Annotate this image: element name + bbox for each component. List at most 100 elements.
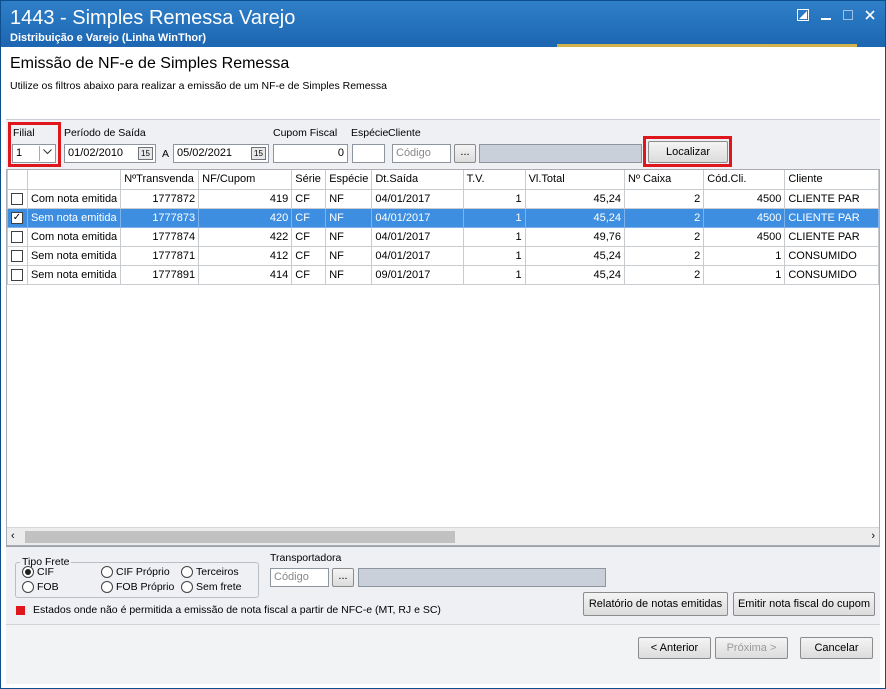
table-row[interactable]: Com nota emitida 1777874 422 CF NF 04/01/2017… [7, 226, 879, 247]
frete-fob-radio[interactable]: FOB [22, 581, 59, 594]
table-row[interactable]: Sem nota emitida 1777871 412 CF NF 04/01/2017… [7, 245, 879, 266]
table-cell: 04/01/2017 [371, 188, 464, 209]
page-title: Emissão de NF-e de Simples Remessa [10, 55, 290, 72]
table-cell: CF [291, 188, 327, 209]
column-header[interactable]: Cód.Cli. [703, 170, 786, 190]
table-cell: 4500 [703, 188, 786, 209]
frete-cif-proprio-radio[interactable]: CIF Próprio [101, 566, 170, 579]
table-cell: 412 [198, 245, 293, 266]
row-checkbox-cell[interactable] [7, 226, 28, 247]
radio-icon [181, 581, 193, 594]
checkbox-icon[interactable] [11, 230, 23, 243]
maximize-icon[interactable] [841, 9, 855, 23]
table-cell: 45,24 [524, 188, 626, 209]
table-cell: 09/01/2017 [371, 264, 464, 285]
column-header[interactable]: Dt.Saída [371, 170, 464, 190]
cliente-code-input[interactable]: Código [392, 144, 451, 163]
frete-sem-frete-radio[interactable]: Sem frete [181, 581, 242, 594]
calendar-icon[interactable]: 15 [251, 147, 266, 160]
checkbox-icon[interactable] [11, 192, 23, 205]
horizontal-scrollbar[interactable]: ‹ › [7, 527, 879, 545]
table-cell: Sem nota emitida [26, 207, 122, 228]
cupom-input[interactable]: 0 [273, 144, 348, 163]
table-cell: 1 [462, 226, 526, 247]
row-checkbox-cell[interactable] [7, 188, 28, 209]
transportadora-code-input[interactable]: Código [270, 568, 329, 587]
checkbox-icon[interactable] [11, 249, 23, 262]
table-cell: 1 [462, 207, 526, 228]
relatorio-button[interactable]: Relatório de notas emitidas [583, 592, 728, 616]
table-header-row: NºTransvenda NF/Cupom Série Espécie Dt.Saída… [7, 170, 879, 190]
table-cell: 2 [624, 226, 705, 247]
transportadora-browse-button[interactable]: ... [332, 568, 354, 587]
cancelar-button[interactable]: Cancelar [800, 637, 873, 659]
especie-label: Espécie [351, 127, 389, 139]
table-cell: 1777874 [120, 226, 200, 247]
results-grid: NºTransvenda NF/Cupom Série Espécie Dt.Saída… [6, 169, 880, 546]
calendar-icon[interactable]: 15 [138, 147, 153, 160]
close-icon[interactable] [863, 9, 877, 23]
localizar-highlight [643, 136, 732, 167]
options-panel: Tipo Frete CIF FOB CIF Próprio FOB Própr… [6, 546, 880, 624]
table-cell: CF [291, 264, 327, 285]
column-header[interactable]: Nº Caixa [624, 170, 705, 190]
emitir-nota-button[interactable]: Emitir nota fiscal do cupom [733, 592, 875, 616]
minimize-icon[interactable] [819, 9, 833, 23]
date-from-field[interactable]: 01/02/2010 15 [64, 144, 156, 163]
cliente-browse-button[interactable]: ... [454, 144, 476, 163]
table-cell: 4500 [703, 207, 786, 228]
table-cell: 1 [703, 245, 786, 266]
date-from-value: 01/02/2010 [68, 147, 124, 159]
table-cell: Com nota emitida [26, 188, 122, 209]
row-checkbox-cell[interactable] [7, 264, 28, 285]
table-body: Com nota emitida 1777872 419 CF NF 04/01/2017… [7, 188, 879, 285]
page-description: Utilize os filtros abaixo para realizar … [10, 80, 387, 92]
frete-cif-radio[interactable]: CIF [22, 566, 54, 579]
column-header[interactable]: NF/Cupom [198, 170, 293, 190]
scroll-left-icon[interactable]: ‹ [11, 530, 15, 542]
window-title: 1443 - Simples Remessa Varejo [10, 7, 296, 29]
notice-color-swatch [16, 606, 25, 615]
table-cell: CF [291, 245, 327, 266]
notice-text: Estados onde não é permitida a emissão d… [33, 604, 441, 616]
date-to-value: 05/02/2021 [177, 147, 233, 159]
table-cell: 414 [198, 264, 293, 285]
table-cell: 1777872 [120, 188, 200, 209]
column-header[interactable]: Espécie [325, 170, 373, 190]
column-header[interactable] [7, 170, 28, 190]
window-subtitle: Distribuição e Varejo (Linha WinThor) [10, 32, 207, 44]
filial-highlight [8, 122, 61, 167]
row-checkbox-cell[interactable]: ✓ [7, 207, 28, 228]
column-header[interactable]: Vl.Total [524, 170, 626, 190]
frete-terceiros-radio[interactable]: Terceiros [181, 566, 239, 579]
date-to-field[interactable]: 05/02/2021 15 [173, 144, 269, 163]
column-header[interactable]: NºTransvenda [120, 170, 200, 190]
restore-icon[interactable] [796, 9, 810, 23]
column-header[interactable]: Cliente [784, 170, 879, 190]
frete-fob-proprio-radio[interactable]: FOB Próprio [101, 581, 174, 594]
table-cell: NF [325, 207, 373, 228]
table-row[interactable]: ✓ Sem nota emitida 1777873 420 CF NF 04/01/201… [7, 207, 879, 228]
table-cell: 2 [624, 207, 705, 228]
table-cell: CLIENTE PAR [784, 207, 879, 228]
table-cell: 04/01/2017 [371, 245, 464, 266]
scrollbar-thumb[interactable] [25, 531, 455, 543]
table-cell: 1 [703, 264, 786, 285]
table-cell: 422 [198, 226, 293, 247]
table-row[interactable]: Sem nota emitida 1777891 414 CF NF 09/01/2017… [7, 264, 879, 285]
column-header[interactable]: Série [291, 170, 327, 190]
results-table: NºTransvenda NF/Cupom Série Espécie Dt.Saída… [7, 170, 879, 285]
proxima-button[interactable]: Próxima > [715, 637, 788, 659]
table-cell: Sem nota emitida [26, 264, 122, 285]
column-header[interactable]: T.V. [462, 170, 526, 190]
anterior-button[interactable]: < Anterior [638, 637, 711, 659]
table-cell: 2 [624, 188, 705, 209]
scroll-right-icon[interactable]: › [871, 530, 875, 542]
table-cell: 45,24 [524, 207, 626, 228]
column-header[interactable] [26, 170, 122, 190]
row-checkbox-cell[interactable] [7, 245, 28, 266]
table-row[interactable]: Com nota emitida 1777872 419 CF NF 04/01/2017… [7, 188, 879, 209]
checkbox-checked-icon[interactable]: ✓ [11, 211, 23, 224]
especie-input[interactable] [352, 144, 385, 163]
checkbox-icon[interactable] [11, 268, 23, 281]
